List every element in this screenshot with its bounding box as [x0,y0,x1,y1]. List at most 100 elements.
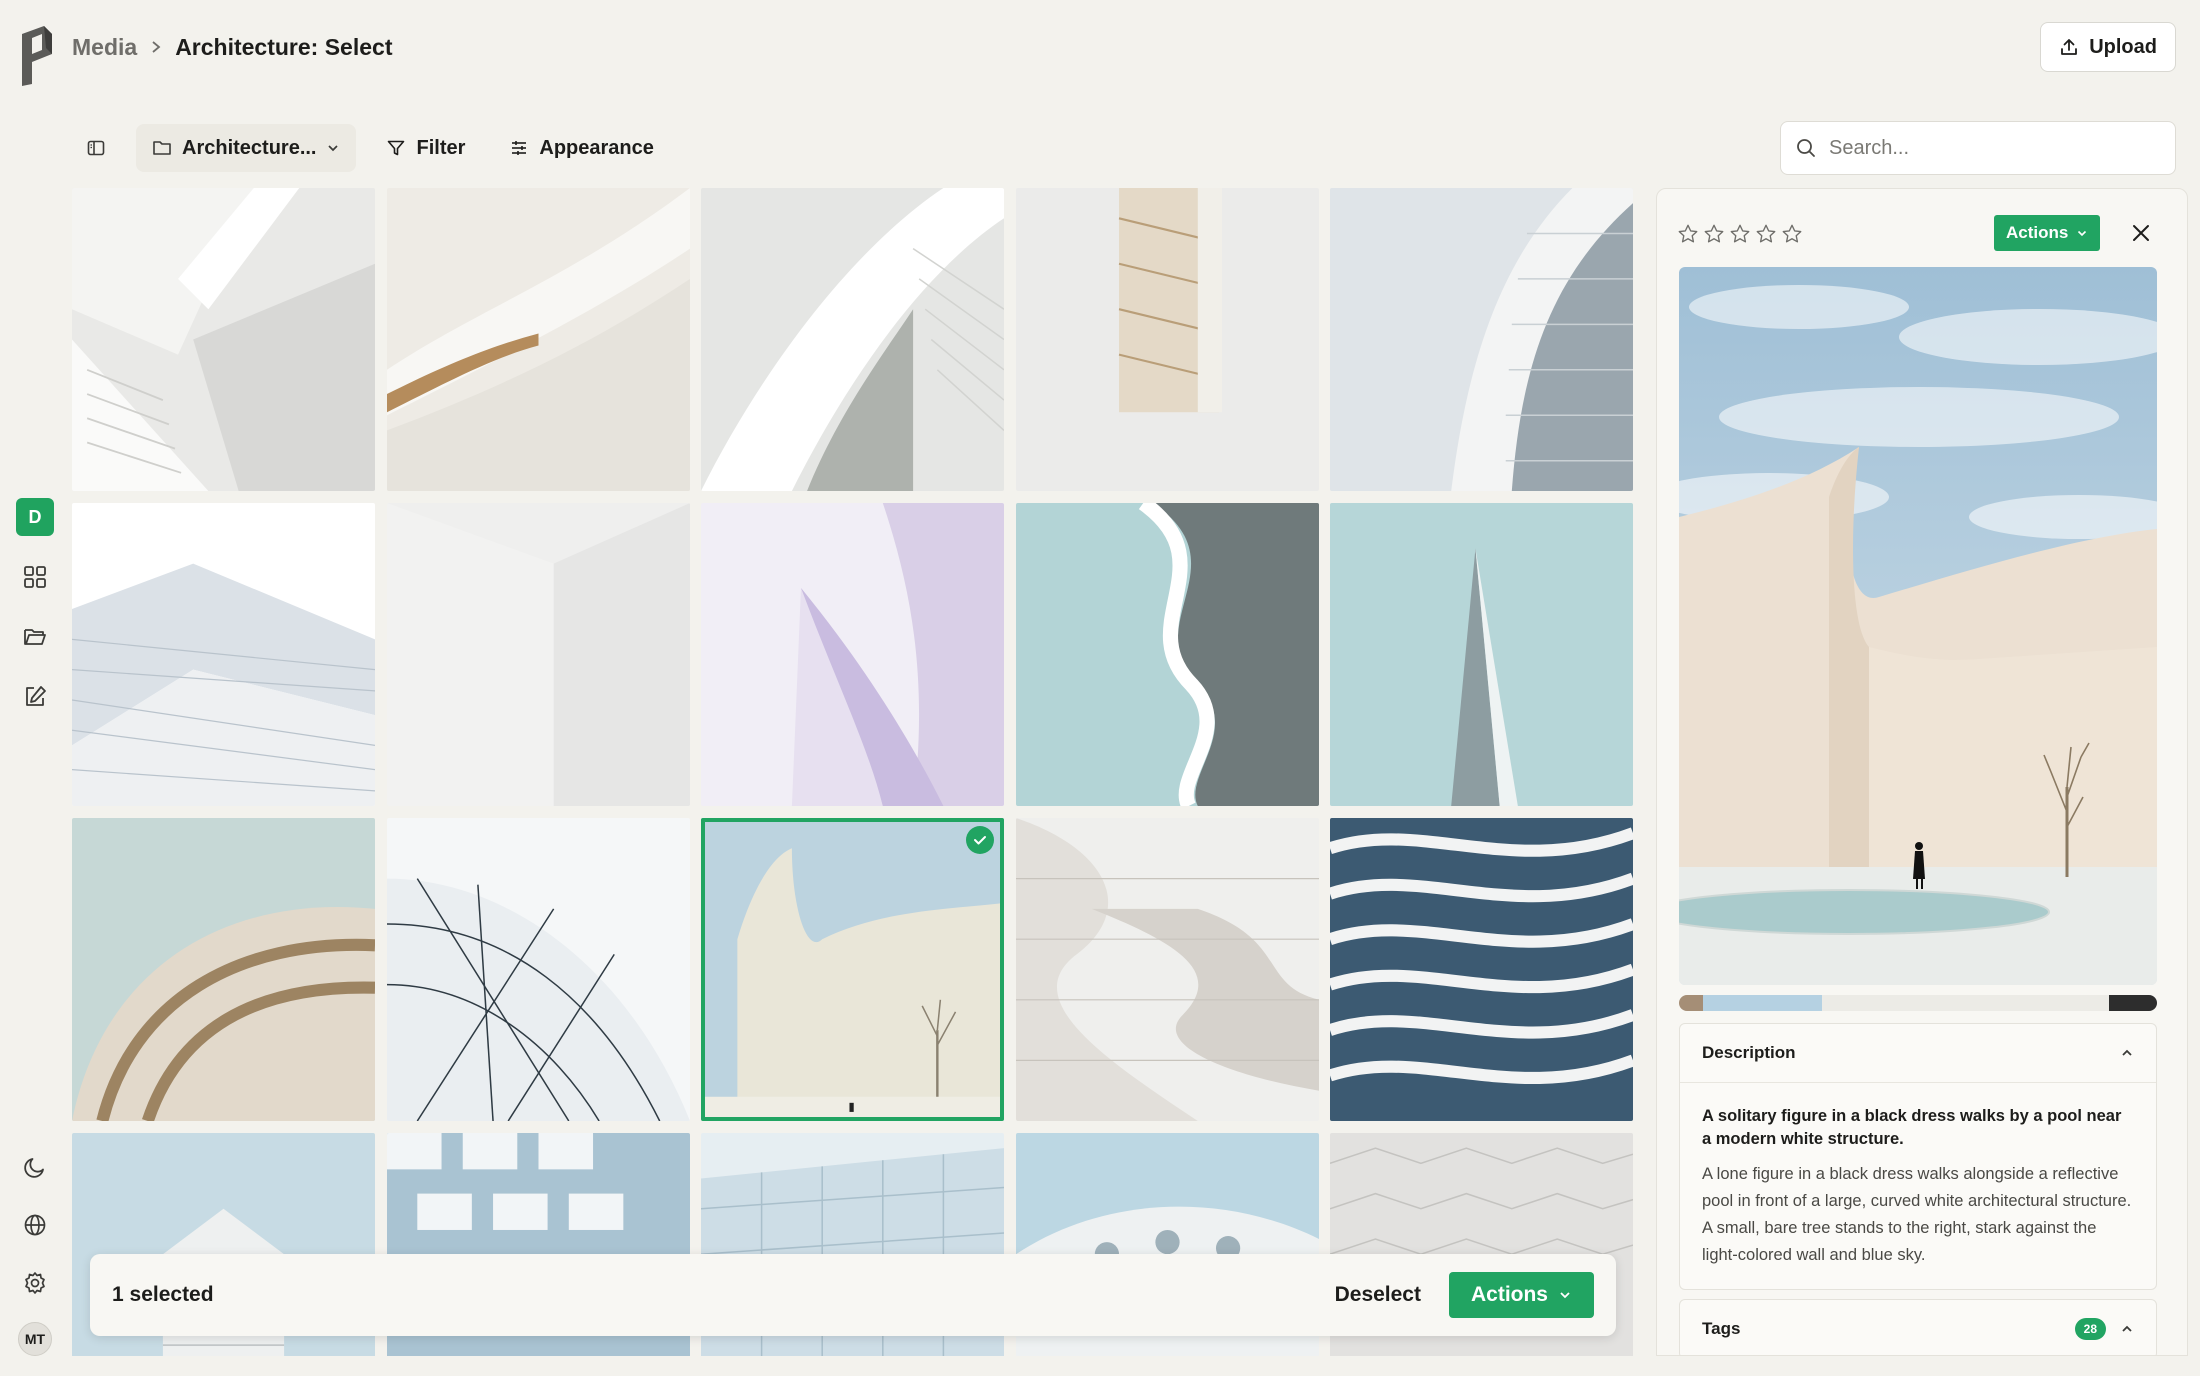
thumbnail-mesh-facade [72,503,375,806]
media-tile[interactable] [386,503,690,806]
globe-icon [24,1214,46,1236]
edit-icon [26,686,46,706]
close-panel-button[interactable] [2123,215,2159,251]
media-tile[interactable] [1015,818,1319,1121]
search-icon [1797,139,1815,157]
image-preview [1679,267,2157,985]
thumbnail-white-walls [386,503,690,806]
description-header[interactable]: Description [1680,1024,2156,1082]
left-rail-bottom: MT [16,1148,54,1356]
star-icon[interactable] [1781,223,1803,245]
thumbnail-triangle-dome [386,818,690,1121]
language-button[interactable] [16,1206,54,1244]
detail-panel: Actions Description A solitary figure in… [1656,188,2188,1356]
sliders-icon [512,141,527,155]
palette-swatch [1679,995,1703,1011]
media-grid [72,188,1634,1356]
star-icon[interactable] [1703,223,1725,245]
settings-button[interactable] [16,1264,54,1302]
bulk-actions-button[interactable]: Actions [1448,1272,1594,1318]
thumbnail-spire [1330,503,1633,806]
palette-swatch [2109,995,2157,1011]
page-title: Architecture: Select [175,33,393,60]
media-tile[interactable] [1015,188,1319,491]
description-text: A lone figure in a black dress walks alo… [1702,1165,2132,1264]
media-tile[interactable] [386,188,690,491]
thumbnail-white-staircase [72,188,375,491]
chevron-down-icon [2078,230,2087,237]
grid-icon [24,566,46,588]
media-tile[interactable] [386,818,690,1121]
upload-icon [2061,39,2078,55]
user-avatar[interactable]: MT [18,1322,52,1356]
folder-select-label: Architecture... [182,136,317,159]
media-tile[interactable] [1330,188,1633,491]
chevron-down-icon [1560,1292,1570,1299]
thumbnail-lilac-curves [701,503,1004,806]
star-rating[interactable] [1677,223,1803,245]
media-tile[interactable] [1015,503,1319,806]
folder-select[interactable]: Architecture... [136,124,357,172]
gear-icon [25,1272,45,1294]
chevron-right-icon [152,41,161,53]
thumbnail-curved-stair-wood [386,188,690,491]
thumbnail-curved-terraces [1015,818,1319,1121]
tags-card: Tags 28 [1679,1299,2157,1355]
thumbnail-wavy-balcony-tower [1330,818,1633,1121]
description-body: A solitary figure in a black dress walks… [1680,1082,2156,1289]
thumbnail-wave-balconies [1015,503,1319,806]
media-tile[interactable] [72,503,375,806]
media-tile[interactable] [72,188,375,491]
media-tile[interactable] [701,503,1004,806]
search-input[interactable] [1829,136,2149,160]
app-logo[interactable] [18,24,54,88]
media-tile[interactable] [72,818,375,1121]
palette-swatch [1822,995,2110,1011]
left-rail: D [16,498,54,716]
appearance-button[interactable]: Appearance [495,124,668,172]
selection-bar: 1 selected Deselect Actions [90,1254,1616,1336]
thumbnail-curved-rings [72,818,375,1121]
media-tile[interactable] [701,188,1004,491]
appearance-label: Appearance [539,136,654,159]
search-box[interactable] [1780,121,2176,175]
media-tile[interactable] [1330,818,1633,1121]
tags-heading: Tags [1702,1319,1741,1338]
theme-toggle-button[interactable] [16,1148,54,1186]
deselect-button[interactable]: Deselect [1307,1272,1449,1318]
color-palette [1679,995,2157,1011]
sidebar-toggle-icon [87,140,105,156]
upload-button[interactable]: Upload [2040,22,2176,72]
chevron-down-icon [328,145,339,152]
panel-actions-label: Actions [2006,223,2069,242]
close-icon [2133,225,2149,241]
toggle-sidebar-button[interactable] [72,124,120,172]
star-icon[interactable] [1677,223,1699,245]
media-tile-selected[interactable] [701,818,1004,1121]
description-heading: Description [1702,1043,1796,1062]
chevron-up-icon [2122,1049,2132,1056]
breadcrumb: Media Architecture: Select [72,30,393,64]
description-card: Description A solitary figure in a black… [1679,1023,2157,1290]
media-tile[interactable] [1330,503,1633,806]
thumbnail-white-curve-panels [701,188,1004,491]
upload-label: Upload [2089,35,2157,58]
selection-count: 1 selected [112,1283,214,1306]
thumbnail-stair-window [1015,188,1319,491]
panel-actions-button[interactable]: Actions [1994,215,2101,251]
moon-icon [24,1158,44,1178]
filter-label: Filter [416,136,466,159]
workspace-badge[interactable]: D [16,498,54,536]
star-icon[interactable] [1755,223,1777,245]
rail-edit-button[interactable] [16,678,54,716]
rail-folders-button[interactable] [16,618,54,656]
thumbnail-curved-white-wall [701,818,1004,1121]
tags-header[interactable]: Tags 28 [1680,1300,2156,1355]
breadcrumb-media-link[interactable]: Media [72,34,137,61]
folder-icon [153,141,171,155]
description-title: A solitary figure in a black dress walks… [1702,1107,2122,1148]
thumbnail-curved-tower [1330,188,1633,491]
filter-button[interactable]: Filter [372,124,479,172]
star-icon[interactable] [1729,223,1751,245]
rail-grid-button[interactable] [16,558,54,596]
